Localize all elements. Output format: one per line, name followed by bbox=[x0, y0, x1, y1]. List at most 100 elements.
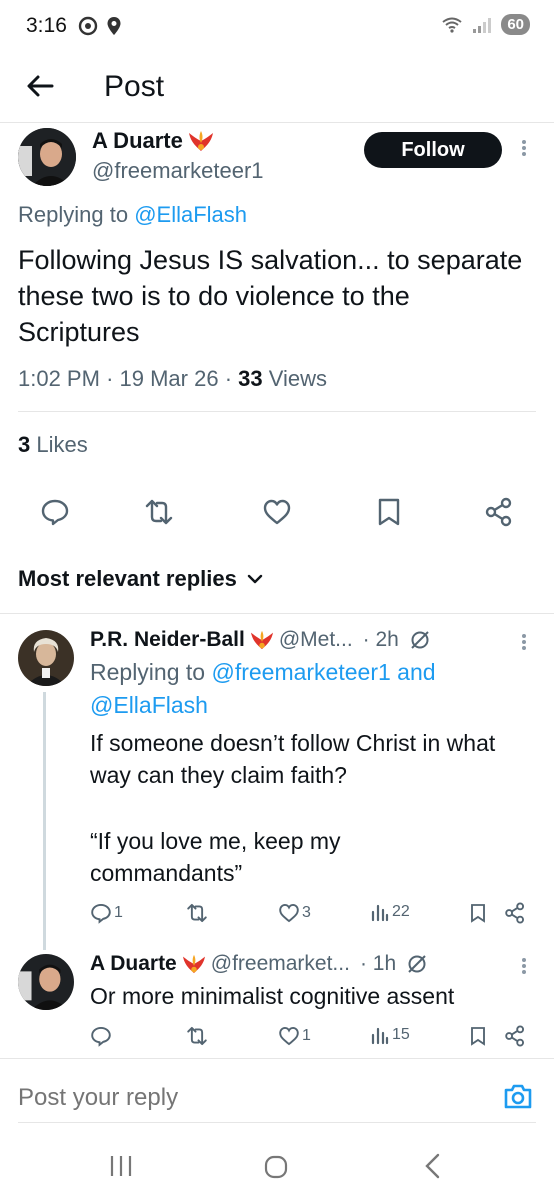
replying-to-link[interactable]: @EllaFlash bbox=[134, 202, 247, 227]
reply-age: · 1h bbox=[359, 952, 397, 975]
share-icon[interactable] bbox=[484, 497, 514, 527]
replying-to-line: Replying to @EllaFlash bbox=[18, 202, 247, 228]
chrome-icon bbox=[78, 16, 98, 36]
reply-count: 1 bbox=[114, 904, 123, 921]
author-avatar[interactable] bbox=[18, 128, 76, 186]
post-meta: 1:02 PM · 19 Mar 26 · 33 Views bbox=[18, 366, 327, 392]
status-time: 3:16 bbox=[26, 14, 67, 37]
bookmark-icon[interactable] bbox=[468, 1025, 488, 1047]
like-icon[interactable] bbox=[262, 497, 292, 527]
reply-reply-button[interactable]: 1 bbox=[90, 902, 123, 924]
signal-icon bbox=[473, 17, 492, 33]
grok-icon[interactable] bbox=[406, 953, 428, 975]
reply-actions: 1 15 bbox=[90, 1025, 530, 1049]
likes-count[interactable]: 3 bbox=[18, 432, 30, 457]
reply-icon[interactable] bbox=[40, 497, 70, 527]
recent-apps-icon[interactable] bbox=[108, 1154, 134, 1178]
phoenix-emoji-icon bbox=[188, 131, 213, 151]
like-icon bbox=[279, 1026, 299, 1046]
follow-button[interactable]: Follow bbox=[364, 132, 502, 168]
reply-text: Or more minimalist cognitive assent bbox=[90, 983, 455, 1009]
divider bbox=[0, 1058, 554, 1059]
header-divider bbox=[0, 122, 554, 123]
status-bar: 3:16 60 bbox=[0, 0, 554, 52]
bookmark-icon[interactable] bbox=[468, 902, 488, 924]
like-count: 1 bbox=[302, 1027, 311, 1044]
reply-like-button[interactable]: 3 bbox=[278, 902, 311, 924]
meta-separator: · bbox=[106, 366, 114, 391]
likes-label[interactable]: Likes bbox=[36, 432, 87, 457]
likes-summary[interactable]: 3 Likes bbox=[18, 432, 88, 458]
reply-like-button[interactable]: 1 bbox=[278, 1025, 311, 1047]
reply-author-row: A Duarte @freemarket... · 1h bbox=[90, 952, 428, 976]
location-icon bbox=[107, 17, 121, 35]
post-time: 1:02 PM bbox=[18, 366, 100, 391]
replying-to-link[interactable]: @freemarketeer1 bbox=[211, 659, 390, 685]
reply-text: If someone doesn’t follow Christ in what… bbox=[90, 730, 496, 788]
views-icon bbox=[371, 904, 389, 922]
camera-icon[interactable] bbox=[503, 1082, 533, 1110]
divider bbox=[18, 1122, 536, 1123]
page-title: Post bbox=[104, 70, 165, 103]
reply-author-handle[interactable]: @Met... bbox=[279, 628, 353, 652]
post-text: Following Jesus IS salvation... to separ… bbox=[18, 245, 523, 347]
reply-avatar[interactable] bbox=[18, 954, 74, 1010]
replying-to-link[interactable]: @EllaFlash bbox=[90, 692, 208, 718]
chevron-down-icon[interactable] bbox=[247, 573, 263, 585]
repost-icon bbox=[187, 903, 207, 923]
grok-icon[interactable] bbox=[409, 629, 431, 651]
reply-replying-to: Replying to @freemarketeer1 and @EllaFla… bbox=[90, 656, 510, 722]
back-arrow-icon[interactable] bbox=[24, 70, 56, 102]
views-count[interactable]: 33 bbox=[238, 366, 262, 391]
avatar-photo-icon bbox=[18, 128, 76, 186]
share-icon[interactable] bbox=[504, 902, 526, 924]
post-date: 19 Mar 26 bbox=[119, 366, 219, 391]
reply-author-name[interactable]: P.R. Neider-Ball bbox=[90, 628, 245, 652]
reply-text: “If you love me, keep my commandants” bbox=[90, 828, 341, 886]
back-icon[interactable] bbox=[422, 1152, 442, 1180]
divider bbox=[0, 613, 554, 614]
phoenix-emoji-icon bbox=[182, 954, 205, 974]
reply-icon bbox=[91, 903, 111, 924]
share-icon[interactable] bbox=[504, 1025, 526, 1047]
author-name[interactable]: A Duarte bbox=[92, 128, 183, 154]
reply-repost-button[interactable] bbox=[186, 902, 210, 924]
replies-sort-label[interactable]: Most relevant replies bbox=[18, 566, 237, 592]
like-icon bbox=[279, 903, 299, 923]
replying-to-prefix: Replying to bbox=[90, 659, 206, 685]
more-options-icon[interactable] bbox=[522, 138, 528, 158]
reply-avatar[interactable] bbox=[18, 630, 74, 686]
avatar-portrait-icon bbox=[18, 630, 74, 686]
reply-age: · 2h bbox=[362, 628, 399, 651]
replies-sort-dropdown[interactable]: Most relevant replies bbox=[18, 566, 263, 592]
bookmark-icon[interactable] bbox=[374, 497, 404, 527]
reply-more-options-icon[interactable] bbox=[522, 956, 528, 976]
reply-views-button[interactable]: 15 bbox=[370, 1025, 410, 1045]
status-notification-icons bbox=[78, 16, 122, 36]
home-icon[interactable] bbox=[263, 1154, 289, 1180]
reply-views-button[interactable]: 22 bbox=[370, 902, 410, 922]
author-name-row[interactable]: A Duarte bbox=[92, 128, 215, 154]
reply-icon bbox=[91, 1026, 111, 1047]
meta-separator: · bbox=[224, 366, 233, 391]
status-right: 60 bbox=[441, 14, 530, 35]
repost-icon[interactable] bbox=[144, 497, 174, 527]
like-count: 3 bbox=[302, 904, 311, 921]
reply-composer bbox=[0, 1072, 554, 1124]
reply-author-name[interactable]: A Duarte bbox=[90, 952, 177, 976]
top-app-bar: Post bbox=[0, 56, 554, 120]
author-handle[interactable]: @freemarketeer1 bbox=[92, 158, 264, 184]
reply-author-handle[interactable]: @freemarket... bbox=[211, 952, 350, 976]
reply-actions: 1 3 22 bbox=[90, 902, 530, 926]
reply-input[interactable] bbox=[18, 1080, 458, 1116]
divider bbox=[18, 411, 536, 412]
reply-repost-button[interactable] bbox=[186, 1025, 210, 1047]
reply-reply-button[interactable] bbox=[90, 1025, 114, 1047]
battery-indicator: 60 bbox=[501, 14, 530, 35]
views-label[interactable]: Views bbox=[269, 366, 327, 391]
phoenix-emoji-icon bbox=[250, 630, 273, 650]
system-navigation-bar bbox=[0, 1130, 554, 1200]
replying-to-and: and bbox=[397, 659, 436, 685]
wifi-icon bbox=[442, 17, 462, 33]
reply-more-options-icon[interactable] bbox=[522, 632, 528, 652]
